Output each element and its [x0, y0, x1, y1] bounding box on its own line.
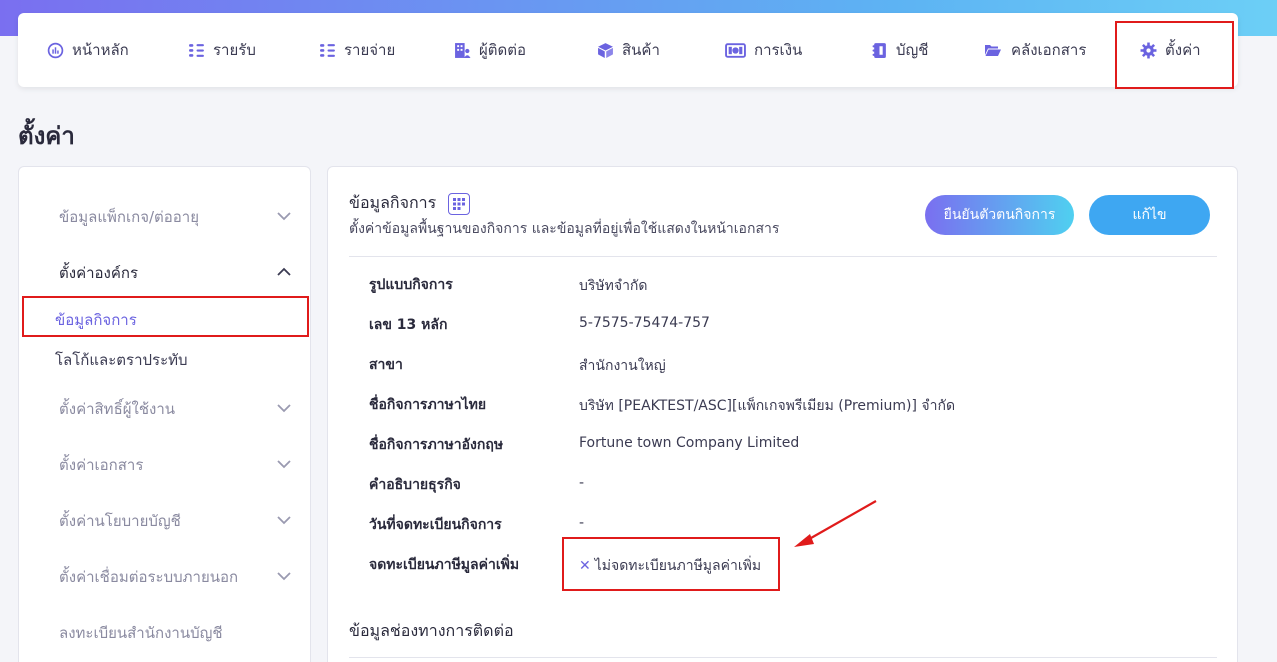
field-value-branch: สำนักงานใหญ่ — [579, 358, 666, 374]
chevron-down-icon[interactable] — [276, 568, 292, 584]
nav-label: หน้าหลัก — [72, 41, 129, 59]
vat-highlight-box — [562, 537, 780, 591]
sidebar-group-label: ตั้งค่าสิทธิ์ผู้ใช้งาน — [59, 400, 176, 418]
nav-item-income[interactable]: รายรับ — [187, 13, 256, 87]
field-value-name-english: Fortune town Company Limited — [579, 435, 800, 451]
sidebar-group-label: ข้อมูลแพ็กเกจ/ต่ออายุ — [59, 208, 200, 226]
field-value-tax-id: 5-7575-75474-757 — [579, 315, 710, 331]
field-label-name-english: ชื่อกิจการภาษาอังกฤษ — [369, 437, 504, 453]
field-label-registration-date: วันที่จดทะเบียนกิจการ — [369, 517, 502, 533]
sidebar-group-organization[interactable]: ตั้งค่าองค์กร — [59, 261, 138, 285]
nav-item-home[interactable]: หน้าหลัก — [46, 13, 129, 87]
chevron-down-icon[interactable] — [276, 208, 292, 224]
nav-label: ผู้ติดต่อ — [479, 41, 527, 59]
business-card-icon[interactable] — [448, 192, 471, 215]
section-title-text: ข้อมูลกิจการ — [349, 193, 437, 212]
nav-item-contacts[interactable]: ผู้ติดต่อ — [453, 13, 526, 87]
nav-item-documents[interactable]: คลังเอกสาร — [983, 13, 1086, 87]
nav-label: การเงิน — [754, 41, 803, 59]
nav-label: รายรับ — [213, 41, 256, 59]
sidebar-group-label: ตั้งค่าองค์กร — [59, 264, 139, 282]
sidebar-group-label: ตั้งค่านโยบายบัญชี — [59, 512, 181, 530]
nav-item-finance[interactable]: การเงิน — [724, 13, 802, 87]
business-info-highlight-box — [22, 296, 309, 337]
sidebar-group-label: ลงทะเบียนสำนักงานบัญชี — [59, 624, 223, 642]
field-label-name-thai: ชื่อกิจการภาษาไทย — [369, 397, 487, 413]
sidebar-group-package[interactable]: ข้อมูลแพ็กเกจ/ต่ออายุ — [59, 205, 199, 229]
field-label-tax-id: เลข 13 หลัก — [369, 317, 448, 333]
nav-label: คลังเอกสาร — [1011, 41, 1087, 59]
main-navbar: หน้าหลัก รายรับ รายจ่าย ผู้ติดต่อ สินค้า… — [18, 13, 1238, 87]
sidebar-group-documents[interactable]: ตั้งค่าเอกสาร — [59, 453, 143, 477]
product-box-icon — [596, 41, 614, 59]
field-value-description: - — [579, 475, 585, 491]
sidebar-group-label: ตั้งค่าเชื่อมต่อระบบภายนอก — [59, 568, 239, 586]
field-label-description: คำอธิบายธุรกิจ — [369, 477, 461, 493]
chevron-down-icon[interactable] — [276, 456, 292, 472]
nav-label: สินค้า — [622, 41, 660, 59]
sidebar-group-label: ตั้งค่าเอกสาร — [59, 456, 144, 474]
field-value-name-thai: บริษัท [PEAKTEST/ASC][แพ็กเกจพรีเมียม (P… — [579, 398, 956, 414]
field-value-registration-date: - — [579, 515, 585, 531]
dashboard-gauge-icon — [46, 41, 64, 59]
field-label-branch: สาขา — [369, 357, 403, 373]
money-bill-icon — [724, 41, 746, 59]
sidebar-group-user-permissions[interactable]: ตั้งค่าสิทธิ์ผู้ใช้งาน — [59, 397, 175, 421]
sidebar-group-integrations[interactable]: ตั้งค่าเชื่อมต่อระบบภายนอก — [59, 565, 238, 589]
contacts-building-icon — [453, 41, 471, 59]
chevron-down-icon[interactable] — [276, 512, 292, 528]
nav-label: รายจ่าย — [344, 41, 396, 59]
edit-button[interactable]: แก้ไข — [1089, 195, 1210, 235]
section-subtitle: ตั้งค่าข้อมูลพื้นฐานของกิจการ และข้อมูลท… — [349, 221, 780, 237]
nav-item-products[interactable]: สินค้า — [596, 13, 660, 87]
business-info-panel: ข้อมูลกิจการ ตั้งค่าข้อมูลพื้นฐานของกิจก… — [327, 166, 1238, 662]
chevron-up-icon[interactable] — [276, 264, 292, 280]
settings-sidebar: ข้อมูลแพ็กเกจ/ต่ออายุ ตั้งค่าองค์กร ข้อม… — [18, 166, 311, 662]
section-title: ข้อมูลกิจการ — [349, 191, 471, 216]
annotation-arrow-icon — [794, 500, 877, 547]
field-label-vat: จดทะเบียนภาษีมูลค่าเพิ่ม — [369, 557, 520, 573]
nav-label: บัญชี — [896, 41, 929, 59]
settings-highlight-box — [1115, 21, 1234, 89]
page-title: ตั้งค่า — [18, 122, 75, 150]
verify-business-button[interactable]: ยืนยันตัวตนกิจการ — [925, 195, 1074, 235]
sidebar-item-logo-stamp[interactable]: โลโก้และตราประทับ — [55, 348, 188, 372]
contact-section-title: ข้อมูลช่องทางการติดต่อ — [349, 621, 514, 640]
sidebar-group-accounting-policy[interactable]: ตั้งค่านโยบายบัญชี — [59, 509, 181, 533]
nav-item-accounting[interactable]: บัญชี — [870, 13, 928, 87]
section-divider — [349, 657, 1217, 658]
nav-item-expense[interactable]: รายจ่าย — [318, 13, 395, 87]
field-label-business-type: รูปแบบกิจการ — [369, 277, 453, 293]
income-list-icon — [187, 41, 205, 59]
chevron-down-icon[interactable] — [276, 400, 292, 416]
section-divider — [349, 256, 1217, 257]
ledger-book-icon — [870, 41, 888, 59]
expense-list-icon — [318, 41, 336, 59]
field-value-business-type: บริษัทจำกัด — [579, 278, 648, 294]
sidebar-group-register-firm[interactable]: ลงทะเบียนสำนักงานบัญชี — [59, 621, 223, 645]
folder-open-icon — [983, 41, 1003, 59]
